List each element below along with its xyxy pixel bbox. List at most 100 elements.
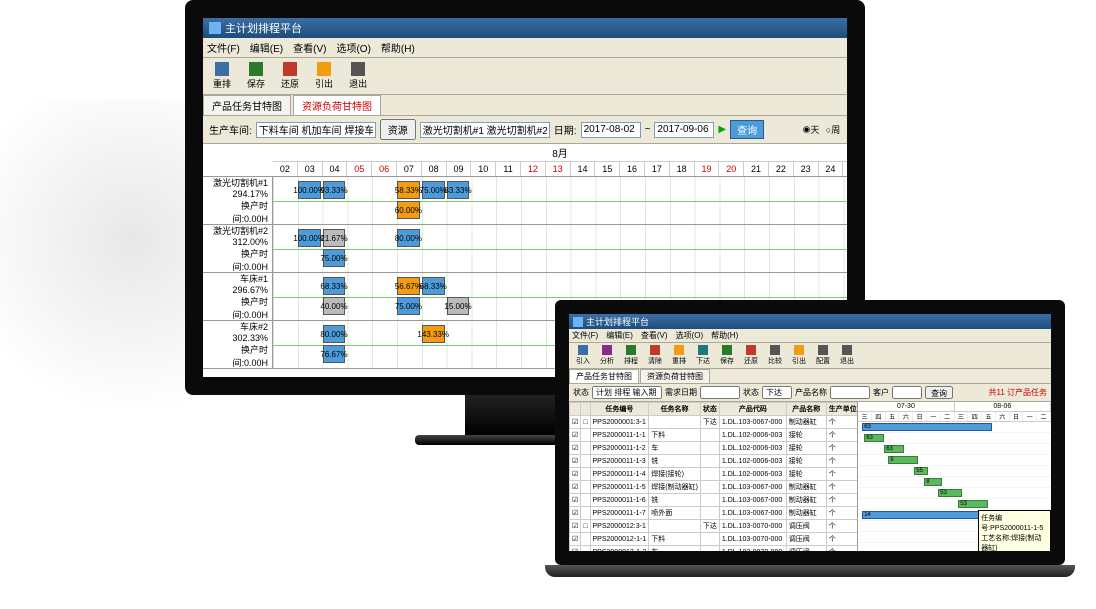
task-block[interactable]: 80.00% bbox=[397, 229, 420, 247]
menu-item[interactable]: 文件(F) bbox=[572, 330, 598, 341]
query2-button[interactable]: 查询 bbox=[925, 386, 953, 399]
toolbar-比较[interactable]: 比较 bbox=[764, 344, 786, 367]
menu-item[interactable]: 查看(V) bbox=[641, 330, 668, 341]
resource-input[interactable] bbox=[420, 122, 550, 138]
gantt-bar[interactable]: 53 bbox=[958, 500, 988, 508]
toolbar-下达[interactable]: 下达 bbox=[692, 344, 714, 367]
menu-item[interactable]: 帮助(H) bbox=[711, 330, 738, 341]
table-row[interactable]: ☑PPS2000011-1-5焊接(制动器缸)1.DL.103-0067-000… bbox=[570, 481, 859, 494]
menu-item[interactable]: 编辑(E) bbox=[250, 40, 283, 55]
gantt-bar[interactable]: 8 bbox=[888, 456, 918, 464]
task-block[interactable]: 80.00% bbox=[323, 325, 346, 343]
table-row[interactable]: ☑PPS2000011-1-4焊接(接轮)1.DL.102-0006-003接轮… bbox=[570, 468, 859, 481]
tab-0[interactable]: 产品任务甘特图 bbox=[569, 369, 639, 383]
task-block[interactable]: 68.33% bbox=[323, 277, 346, 295]
resource-button[interactable]: 资源 bbox=[380, 119, 416, 140]
gantt-bar[interactable]: 55 bbox=[914, 467, 928, 475]
gantt-bar[interactable]: 63 bbox=[864, 434, 884, 442]
gantt-timeline[interactable]: 100.00%21.67% 75.00% 80.00% bbox=[273, 225, 847, 272]
column-header[interactable]: 产品代码 bbox=[719, 403, 786, 416]
toolbar-还原[interactable]: 还原 bbox=[275, 60, 305, 92]
gantt-day: 13 bbox=[546, 162, 571, 176]
toolbar-还原[interactable]: 还原 bbox=[740, 344, 762, 367]
gantt-day: 10 bbox=[471, 162, 496, 176]
menu-item[interactable]: 编辑(E) bbox=[606, 330, 633, 341]
workshop-input[interactable] bbox=[256, 122, 376, 138]
toolbar-重排[interactable]: 重排 bbox=[668, 344, 690, 367]
task-block[interactable]: 143.33% bbox=[422, 325, 445, 343]
nav-day[interactable]: ◉天 bbox=[803, 123, 819, 137]
play-icon[interactable]: ▶ bbox=[718, 124, 726, 135]
table-row[interactable]: ☑PPS2000011-1-3铣1.DL.102-0006-003接轮个63 bbox=[570, 455, 859, 468]
gantt-bar[interactable]: 63 bbox=[862, 423, 992, 431]
app1-tabs: 产品任务甘特图资源负荷甘特图 bbox=[203, 95, 847, 116]
cust-input[interactable] bbox=[892, 386, 922, 399]
nav-week[interactable]: ○周 bbox=[825, 123, 841, 137]
toolbar-引入[interactable]: 引入 bbox=[572, 344, 594, 367]
status2-input[interactable] bbox=[762, 386, 792, 399]
column-header[interactable] bbox=[581, 403, 590, 416]
date-from[interactable] bbox=[581, 122, 641, 138]
toolbar-排程[interactable]: 排程 bbox=[620, 344, 642, 367]
tab-1[interactable]: 资源负荷甘特图 bbox=[293, 95, 381, 115]
toolbar-引出[interactable]: 引出 bbox=[309, 60, 339, 92]
toolbar-分析[interactable]: 分析 bbox=[596, 344, 618, 367]
task-block[interactable]: 68.33% bbox=[422, 277, 445, 295]
column-header[interactable]: 生产单位 bbox=[826, 403, 858, 416]
gantt-month-header: 8月 bbox=[273, 144, 847, 162]
toolbar-清除[interactable]: 清除 bbox=[644, 344, 666, 367]
column-header[interactable] bbox=[570, 403, 581, 416]
query-button[interactable]: 查询 bbox=[730, 120, 764, 139]
toolbar-保存[interactable]: 保存 bbox=[241, 60, 271, 92]
task-block[interactable]: 75.00% bbox=[323, 249, 346, 267]
menu-item[interactable]: 文件(F) bbox=[207, 40, 240, 55]
task-block[interactable]: 58.33% bbox=[397, 181, 420, 199]
task-block[interactable]: 40.00% bbox=[323, 297, 346, 315]
task-block[interactable]: 100.00% bbox=[298, 181, 321, 199]
task-block[interactable]: 15.00% bbox=[447, 297, 470, 315]
task-block[interactable]: 76.67% bbox=[323, 345, 346, 363]
table-row[interactable]: ☑PPS2000011-1-7喷外面1.DL.103-0067-000制动器缸个… bbox=[570, 507, 859, 520]
menu-item[interactable]: 帮助(H) bbox=[381, 40, 415, 55]
menu-item[interactable]: 查看(V) bbox=[293, 40, 326, 55]
menu-item[interactable]: 选项(O) bbox=[676, 330, 704, 341]
column-header[interactable]: 任务编号 bbox=[590, 403, 649, 416]
table-row[interactable]: ☑PPS2000011-1-6铣1.DL.103-0067-000制动器缸个63 bbox=[570, 494, 859, 507]
task-block[interactable]: 83.33% bbox=[447, 181, 470, 199]
gantt-day: 22 bbox=[769, 162, 794, 176]
toolbar-配置[interactable]: 配置 bbox=[812, 344, 834, 367]
task-block[interactable]: 56.67% bbox=[397, 277, 420, 295]
confirm-date[interactable] bbox=[700, 386, 740, 399]
task-block[interactable]: 93.33% bbox=[323, 181, 346, 199]
app2-grid[interactable]: 任务编号任务名称状态产品代码产品名称生产单位需求数量需求日期 ☑□PPS2000… bbox=[569, 402, 858, 551]
task-block[interactable]: 100.00% bbox=[298, 229, 321, 247]
table-row[interactable]: ☑PPS2000012-1-1下料1.DL.103-0070-000调压阀个62 bbox=[570, 533, 859, 546]
prod-input[interactable] bbox=[830, 386, 870, 399]
toolbar-重排[interactable]: 重排 bbox=[207, 60, 237, 92]
task-block[interactable]: 21.67% bbox=[323, 229, 346, 247]
menu-item[interactable]: 选项(O) bbox=[336, 40, 370, 55]
task-block[interactable]: 75.00% bbox=[397, 297, 420, 315]
column-header[interactable]: 状态 bbox=[700, 403, 719, 416]
tab-1[interactable]: 资源负荷甘特图 bbox=[640, 369, 710, 383]
table-row[interactable]: ☑□PPS2000012:3-1下达1.DL.103-0070-000调压阀个6… bbox=[570, 520, 859, 533]
table-row[interactable]: ☑PPS2000011-1-1下料1.DL.102-0006-003接轮个63 bbox=[570, 429, 859, 442]
gantt-timeline[interactable]: 100.00%93.33% 58.33% 60.00%75.00%83.33% bbox=[273, 177, 847, 224]
date-to[interactable] bbox=[654, 122, 714, 138]
column-header[interactable]: 任务名称 bbox=[649, 403, 701, 416]
toolbar-引出[interactable]: 引出 bbox=[788, 344, 810, 367]
gantt-bar[interactable]: 8 bbox=[924, 478, 942, 486]
table-row[interactable]: ☑PPS2000011-1-2车1.DL.102-0006-003接轮个63 bbox=[570, 442, 859, 455]
table-row[interactable]: ☑□PPS2000001:3-1下达1.DL.103-0067-000制动器缸个… bbox=[570, 416, 859, 429]
tab-0[interactable]: 产品任务甘特图 bbox=[203, 95, 291, 115]
toolbar-退出[interactable]: 退出 bbox=[343, 60, 373, 92]
toolbar-退出[interactable]: 退出 bbox=[836, 344, 858, 367]
toolbar-保存[interactable]: 保存 bbox=[716, 344, 738, 367]
table-row[interactable]: ☑PPS2000012-1-2车1.DL.103-0070-000调压阀个62 bbox=[570, 546, 859, 552]
task-block[interactable]: 75.00% bbox=[422, 181, 445, 199]
status-input[interactable] bbox=[592, 386, 662, 399]
gantt-bar[interactable]: 53 bbox=[938, 489, 962, 497]
gantt-bar[interactable]: 63 bbox=[884, 445, 904, 453]
task-block[interactable]: 60.00% bbox=[397, 201, 420, 219]
column-header[interactable]: 产品名称 bbox=[786, 403, 826, 416]
